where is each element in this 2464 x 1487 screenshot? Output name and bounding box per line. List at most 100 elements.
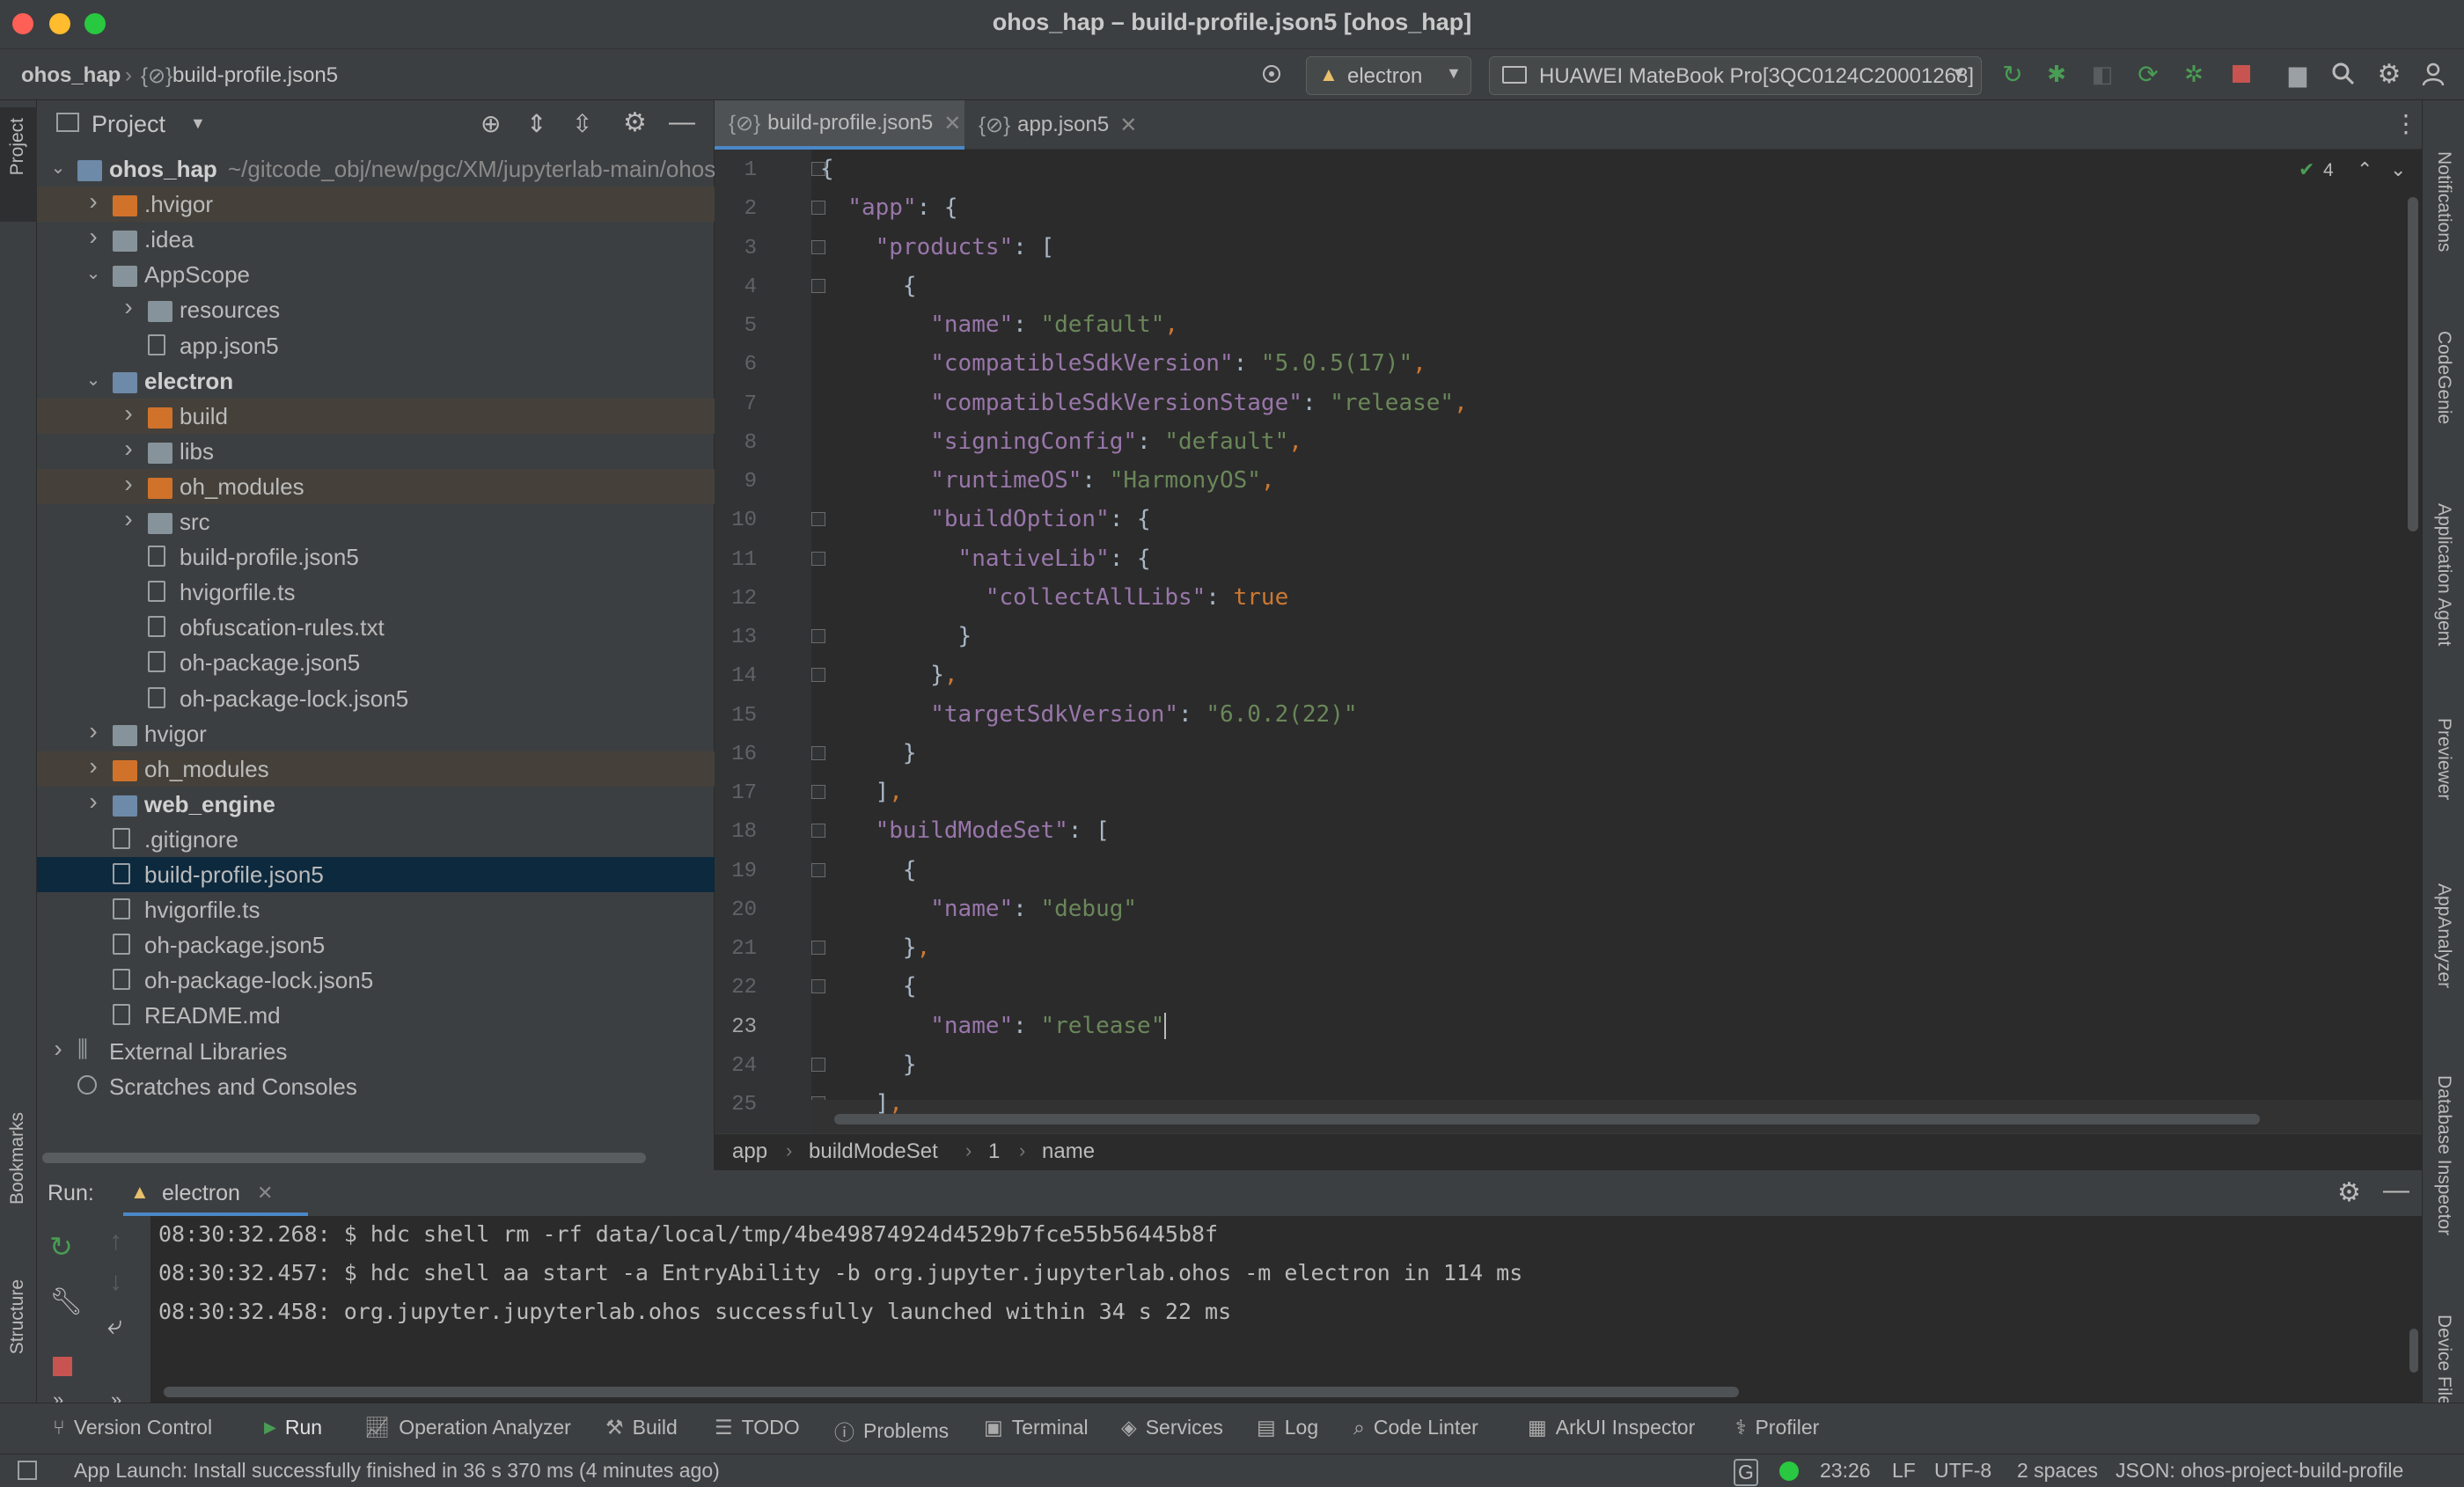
gear-icon[interactable]: ⚙ (2337, 1177, 2361, 1208)
chevron-right-icon[interactable]: › (84, 187, 102, 215)
code-area[interactable]: { "app": { "products": [ { "name": "defa… (715, 150, 2395, 1126)
horizontal-scrollbar[interactable] (42, 1153, 646, 1163)
tree-item[interactable]: .gitignore (37, 822, 715, 857)
tree-item[interactable]: ⌄ AppScope (37, 257, 715, 292)
tree-item[interactable]: oh-package-lock.json5 (37, 963, 715, 998)
codegenie-icon[interactable]: G (1734, 1459, 1758, 1486)
code-line[interactable]: "name": "debug" (820, 890, 1137, 928)
breadcrumb-file[interactable]: build-profile.json5 (172, 63, 338, 88)
structure-tool-button[interactable]: Structure (7, 1279, 28, 1354)
tool-tab-problems[interactable]: ⓘ Problems (834, 1416, 949, 1446)
line-separator[interactable]: LF (1892, 1459, 1916, 1483)
codegenie-tool-button[interactable]: CodeGenie (2433, 331, 2454, 424)
tree-item[interactable]: app.json5 (37, 328, 715, 363)
code-line[interactable]: } (820, 734, 917, 773)
tree-item[interactable]: hvigorfile.ts (37, 575, 715, 610)
breadcrumb-item[interactable]: name (1042, 1139, 1095, 1164)
code-line[interactable]: "compatibleSdkVersionStage": "release", (820, 384, 1468, 422)
tool-tab-profiler[interactable]: ⚕ Profiler (1735, 1416, 1819, 1439)
profile-icon[interactable]: ✲ (2179, 59, 2209, 89)
code-line[interactable]: }, (820, 928, 930, 967)
chevron-right-icon[interactable]: › (120, 293, 137, 320)
code-line[interactable]: "targetSdkVersion": "6.0.2(22)" (820, 695, 1357, 734)
code-line[interactable]: { (820, 851, 917, 890)
code-line[interactable]: "name": "release" (820, 1007, 1167, 1045)
tool-tab-version-control[interactable]: ⑂ Version Control (53, 1416, 212, 1439)
code-line[interactable]: "runtimeOS": "HarmonyOS", (820, 461, 1274, 500)
tree-item[interactable]: › libs (37, 434, 715, 469)
chevron-down-icon[interactable]: ⌄ (84, 262, 102, 283)
chevron-right-icon[interactable]: › (49, 1035, 67, 1062)
project-panel-title[interactable]: Project (92, 111, 165, 138)
account-icon[interactable] (2418, 59, 2448, 89)
tree-item[interactable]: ⌄ electron (37, 363, 715, 399)
project-tool-button[interactable]: Project (0, 107, 37, 222)
tool-tab-log[interactable]: ▤ Log (1257, 1416, 1318, 1439)
code-line[interactable]: { (820, 967, 917, 1006)
rerun-icon[interactable]: ↻ (1998, 59, 2028, 89)
tool-tab-terminal[interactable]: ▣ Terminal (984, 1416, 1089, 1439)
code-line[interactable]: } (820, 1045, 917, 1084)
debug-icon[interactable]: ✱ (2042, 59, 2072, 89)
locate-icon[interactable]: ⊕ (480, 109, 501, 138)
code-line[interactable]: "products": [ (820, 228, 1055, 267)
minimize-icon[interactable]: — (2383, 1176, 2409, 1205)
panel-toggle-icon[interactable] (18, 1461, 37, 1480)
chevron-right-icon[interactable]: › (84, 787, 102, 815)
code-line[interactable]: "app": { (820, 188, 957, 227)
tree-item[interactable]: obfuscation-rules.txt (37, 610, 715, 645)
appanalyzer-tool-button[interactable]: AppAnalyzer (2433, 883, 2454, 988)
tree-item[interactable]: › build (37, 398, 715, 434)
code-line[interactable]: } (820, 617, 972, 656)
tree-item[interactable]: build-profile.json5 (37, 857, 715, 892)
chevron-up-icon[interactable]: ⌃ (2357, 158, 2372, 181)
collapse-all-icon[interactable]: ⇳ (572, 109, 592, 138)
device-file-tool-button[interactable]: Device File (2433, 1315, 2454, 1406)
console-horizontal-scrollbar[interactable] (164, 1387, 1739, 1397)
tree-item[interactable]: Scratches and Consoles (37, 1069, 715, 1104)
editor-horizontal-scrollbar[interactable] (834, 1114, 2260, 1124)
tool-tab-operation-analyzer[interactable]: 📈︎ Operation Analyzer (364, 1416, 571, 1439)
device-select[interactable]: HUAWEI MateBook Pro[3QC0124C20001268] ▼ (1489, 56, 1982, 95)
code-line[interactable]: { (820, 267, 917, 305)
breadcrumb-item[interactable]: buildModeSet (809, 1139, 938, 1164)
notifications-tool-button[interactable]: Notifications (2433, 151, 2454, 252)
chevron-right-icon[interactable]: › (84, 223, 102, 250)
status-message[interactable]: App Launch: Install successfully finishe… (74, 1459, 720, 1483)
previewer-tool-button[interactable]: Previewer (2433, 718, 2454, 800)
tool-tab-run[interactable]: ▶ Run (264, 1416, 322, 1439)
chevron-right-icon[interactable]: › (120, 435, 137, 462)
tree-item[interactable]: hvigorfile.ts (37, 892, 715, 927)
close-icon[interactable]: ✕ (943, 111, 961, 136)
close-icon[interactable]: ✕ (257, 1182, 273, 1205)
tree-item[interactable]: › oh_modules (37, 468, 715, 504)
apply-changes-icon[interactable]: ⟳ (2133, 59, 2163, 89)
run-tab-electron[interactable]: ▲ electron ✕ (123, 1170, 308, 1216)
target-icon[interactable] (1257, 59, 1287, 89)
code-line[interactable]: ], (820, 773, 903, 811)
breadcrumb-project[interactable]: ohos_hap (21, 63, 121, 88)
indent-setting[interactable]: 2 spaces (2017, 1459, 2098, 1483)
close-icon[interactable]: ✕ (1119, 113, 1137, 138)
json-schema[interactable]: JSON: ohos-project-build-profile (2116, 1459, 2403, 1483)
tool-tab-build[interactable]: ⚒ Build (605, 1416, 678, 1439)
chevron-down-icon[interactable]: ⌄ (49, 157, 67, 178)
tree-item[interactable]: › .idea (37, 222, 715, 257)
attach-debugger-icon[interactable]: ◧ (2087, 59, 2117, 89)
file-encoding[interactable]: UTF-8 (1934, 1459, 1991, 1483)
chevron-right-icon[interactable]: › (120, 399, 137, 427)
console-vertical-scrollbar[interactable] (2409, 1329, 2418, 1373)
tool-tab-code-linter[interactable]: ⌕ Code Linter (1353, 1416, 1478, 1439)
tool-tab-arkui-inspector[interactable]: ▦ ArkUI Inspector (1528, 1416, 1695, 1439)
more-options-icon[interactable]: ⋮ (2394, 109, 2418, 138)
search-icon[interactable] (2328, 59, 2358, 89)
database-inspector-tool-button[interactable]: Database Inspector (2433, 1075, 2454, 1235)
code-line[interactable]: "buildModeSet": [ (820, 811, 1110, 850)
check-icon[interactable]: ✔ (2299, 158, 2314, 181)
tool-tab-todo[interactable]: ☰ TODO (715, 1416, 800, 1439)
code-line[interactable]: "collectAllLibs": true (820, 578, 1288, 617)
code-line[interactable]: "name": "default", (820, 305, 1178, 344)
tree-item[interactable]: › web_engine (37, 787, 715, 822)
project-structure-icon[interactable]: ▆ (2283, 59, 2313, 89)
status-ok-icon[interactable] (1779, 1461, 1799, 1481)
